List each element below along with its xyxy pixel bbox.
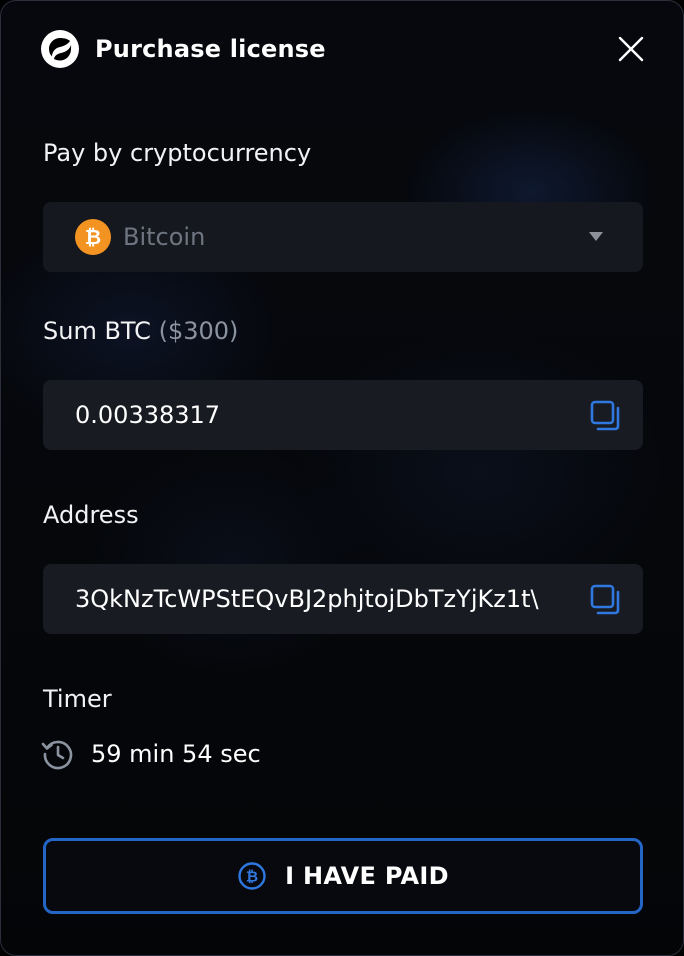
window-title: Purchase license (95, 35, 326, 63)
address-value[interactable]: 3QkNzTcWPStEQvBJ2phjtojDbTzYjKz1t\ (75, 585, 565, 613)
i-have-paid-label: I HAVE PAID (285, 862, 449, 890)
bitcoin-outline-icon: ₿ (238, 862, 266, 890)
svg-text:₿: ₿ (246, 868, 258, 886)
bitcoin-symbol: ₿ (84, 224, 102, 249)
window-header: Purchase license (41, 29, 326, 69)
address-label: Address (43, 501, 139, 529)
sum-usd-amount: ($300) (158, 317, 239, 345)
address-field[interactable]: 3QkNzTcWPStEQvBJ2phjtojDbTzYjKz1t\ (43, 564, 643, 634)
sum-label: Sum BTC ($300) (43, 317, 238, 345)
currency-select-value: Bitcoin (123, 223, 206, 251)
close-icon[interactable] (618, 36, 644, 62)
bitcoin-coin-icon: ₿ (75, 219, 111, 255)
history-clock-icon (41, 740, 73, 770)
i-have-paid-button[interactable]: ₿ I HAVE PAID (43, 838, 643, 914)
sum-value[interactable]: 0.00338317 (75, 401, 565, 429)
sum-field[interactable]: 0.00338317 (43, 380, 643, 450)
copy-sum-icon[interactable] (589, 399, 623, 433)
copy-address-icon[interactable] (589, 583, 623, 617)
timer-label: Timer (43, 685, 112, 713)
sum-label-text: Sum BTC (43, 317, 151, 345)
timer-display: 59 min 54 sec (41, 736, 261, 772)
pay-by-crypto-label: Pay by cryptocurrency (43, 139, 312, 167)
close-button[interactable] (613, 31, 649, 67)
purchase-license-window: Purchase license Pay by cryptocurrency ₿… (0, 0, 684, 956)
currency-select[interactable]: ₿ Bitcoin (43, 202, 643, 272)
app-logo-icon (41, 30, 79, 68)
chevron-down-icon[interactable] (589, 232, 603, 241)
timer-value: 59 min 54 sec (91, 740, 261, 768)
